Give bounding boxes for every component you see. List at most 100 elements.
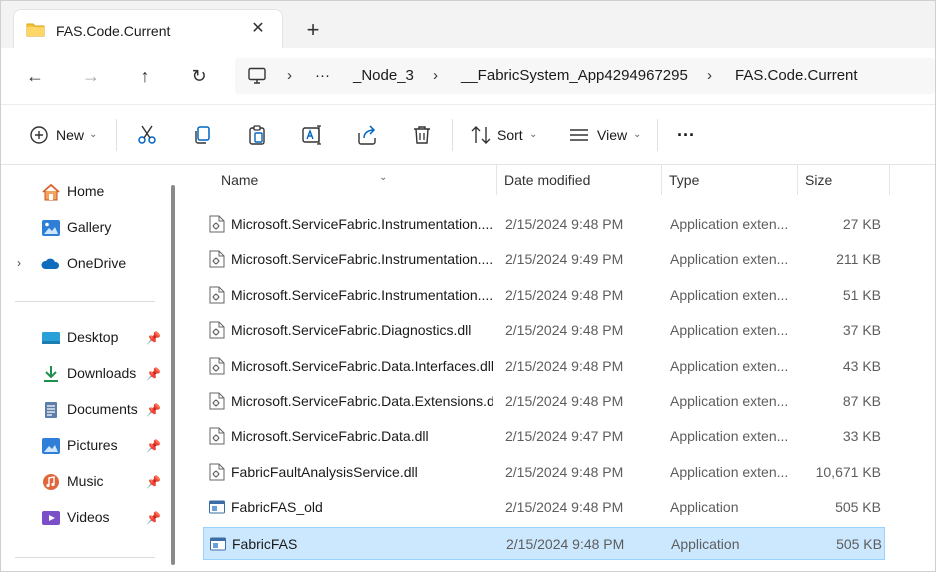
address-bar[interactable]: › ··· _Node_3 › __FabricSystem_App429496… [235, 58, 935, 94]
dll-file-icon [209, 392, 225, 410]
new-button[interactable]: New [56, 122, 84, 148]
more-options-button[interactable]: ··· [677, 122, 695, 148]
breadcrumb-app[interactable]: __FabricSystem_App4294967295 [461, 58, 688, 94]
file-row[interactable]: Microsoft.ServiceFabric.Data.Extensions.… [203, 385, 885, 418]
chevron-right-icon[interactable]: › [17, 256, 21, 270]
file-name: FabricFAS_old [231, 499, 323, 516]
breadcrumb-node[interactable]: _Node_3 [353, 58, 414, 94]
copy-icon[interactable] [190, 123, 214, 147]
pin-icon[interactable]: 📌 [146, 439, 161, 453]
sidebar-item-desktop[interactable]: Desktop 📌 [1, 321, 171, 355]
chevron-down-icon[interactable]: ⌄ [529, 122, 537, 148]
cut-icon[interactable] [135, 123, 159, 147]
navigation-pane: Home Gallery › OneDrive Desktop 📌 Downlo… [1, 165, 181, 571]
file-name: Microsoft.ServiceFabric.Data.dll [231, 428, 429, 445]
sort-icon[interactable] [469, 123, 493, 147]
forward-icon[interactable]: → [77, 62, 105, 90]
chevron-right-icon[interactable]: › [287, 58, 292, 94]
breadcrumb-current[interactable]: FAS.Code.Current [735, 58, 858, 94]
divider [452, 119, 453, 151]
tab-title: FAS.Code.Current [56, 23, 171, 39]
tab-fas-code-current[interactable]: FAS.Code.Current ✕ [13, 9, 283, 49]
column-header-label: Name [221, 172, 259, 188]
file-row[interactable]: Microsoft.ServiceFabric.Diagnostics.dll 2… [203, 314, 885, 347]
divider [657, 119, 658, 151]
sidebar-item-home[interactable]: Home [1, 175, 171, 209]
file-type: Application exten... [670, 322, 789, 339]
column-divider[interactable] [889, 165, 890, 195]
file-size: 27 KB [842, 216, 881, 232]
paste-icon[interactable] [245, 123, 269, 147]
new-icon[interactable] [27, 123, 51, 147]
new-tab-button[interactable]: + [301, 19, 325, 43]
file-type: Application exten... [670, 286, 789, 303]
documents-icon [45, 402, 57, 418]
sidebar-item-pictures[interactable]: Pictures 📌 [1, 429, 171, 463]
view-button[interactable]: View [597, 122, 627, 148]
back-icon[interactable]: ← [21, 62, 49, 90]
sidebar-item-label: Documents [67, 401, 138, 417]
up-icon[interactable]: ↑ [131, 62, 159, 90]
this-pc-icon[interactable] [247, 67, 267, 85]
chevron-right-icon[interactable]: › [707, 58, 712, 94]
tab-strip: FAS.Code.Current ✕ + [1, 1, 935, 49]
sidebar-item-label: Videos [67, 509, 110, 525]
chevron-right-icon[interactable]: › [433, 58, 438, 94]
command-bar: New ⌄ Sort ⌄ View ⌄ ··· [1, 105, 935, 165]
column-header-type[interactable]: Type [661, 165, 798, 195]
address-overflow-button[interactable]: ··· [315, 58, 330, 94]
file-size: 10,671 KB [815, 463, 881, 480]
music-icon [43, 474, 59, 490]
share-icon[interactable] [355, 123, 379, 147]
sidebar-item-videos[interactable]: Videos 📌 [1, 501, 171, 535]
pin-icon[interactable]: 📌 [146, 403, 161, 417]
sidebar-item-music[interactable]: Music 📌 [1, 465, 171, 499]
sidebar-item-label: Home [67, 183, 105, 199]
file-type: Application exten... [670, 216, 789, 232]
file-row[interactable]: Microsoft.ServiceFabric.Instrumentation.… [203, 208, 885, 241]
file-row[interactable]: Microsoft.ServiceFabric.Data.dll 2/15/202… [203, 420, 885, 453]
sidebar-item-label: Downloads [67, 365, 137, 381]
onedrive-icon [41, 258, 60, 269]
delete-icon[interactable] [410, 123, 434, 147]
sidebar-item-documents[interactable]: Documents 📌 [1, 393, 171, 427]
dll-file-icon [209, 357, 225, 375]
file-row[interactable]: Microsoft.ServiceFabric.Instrumentation.… [203, 279, 885, 312]
file-row[interactable]: FabricFaultAnalysisService.dll 2/15/2024 … [203, 456, 885, 489]
sidebar-item-downloads[interactable]: Downloads 📌 [1, 357, 171, 391]
sidebar-item-label: Desktop [67, 329, 119, 345]
file-type: Application exten... [670, 251, 789, 268]
view-icon[interactable] [567, 123, 591, 147]
file-size: 43 KB [842, 357, 881, 374]
downloads-icon [44, 366, 58, 382]
file-row[interactable]: Microsoft.ServiceFabric.Instrumentation.… [203, 243, 885, 276]
chevron-down-icon[interactable]: ⌄ [633, 122, 641, 148]
pin-icon[interactable]: 📌 [146, 331, 161, 345]
file-row[interactable]: FabricFAS 2/15/2024 9:48 PM Application 505… [203, 526, 885, 560]
refresh-icon[interactable]: ↻ [185, 62, 213, 90]
pictures-icon [42, 438, 60, 454]
divider [15, 301, 155, 302]
dll-file-icon [209, 286, 225, 304]
file-row[interactable]: FabricFAS_old 2/15/2024 9:48 PM Applicatio… [203, 491, 885, 524]
column-header-name[interactable]: Name ⌄ [213, 165, 495, 195]
sidebar-scrollbar[interactable] [171, 185, 175, 565]
rename-icon[interactable] [300, 123, 324, 147]
file-row[interactable]: Microsoft.ServiceFabric.Data.Interfaces.… [203, 350, 885, 383]
column-header-date[interactable]: Date modified [496, 165, 661, 195]
sidebar-item-onedrive[interactable]: › OneDrive [1, 247, 171, 281]
sidebar-item-gallery[interactable]: Gallery [1, 211, 171, 245]
chevron-down-icon[interactable]: ⌄ [89, 122, 97, 148]
pin-icon[interactable]: 📌 [146, 475, 161, 489]
file-date-modified: 2/15/2024 9:48 PM [505, 393, 624, 409]
sort-button[interactable]: Sort [497, 122, 523, 148]
pin-icon[interactable]: 📌 [146, 511, 161, 525]
file-type: Application exten... [670, 463, 789, 480]
close-tab-icon[interactable]: ✕ [248, 19, 268, 39]
pin-icon[interactable]: 📌 [146, 367, 161, 381]
sidebar-item-label: Music [67, 473, 104, 489]
column-header-size[interactable]: Size [797, 165, 889, 195]
dll-file-icon [209, 321, 225, 339]
file-list: Name ⌄ Date modified Type Size Microsoft… [185, 165, 935, 571]
dll-file-icon [209, 215, 225, 233]
